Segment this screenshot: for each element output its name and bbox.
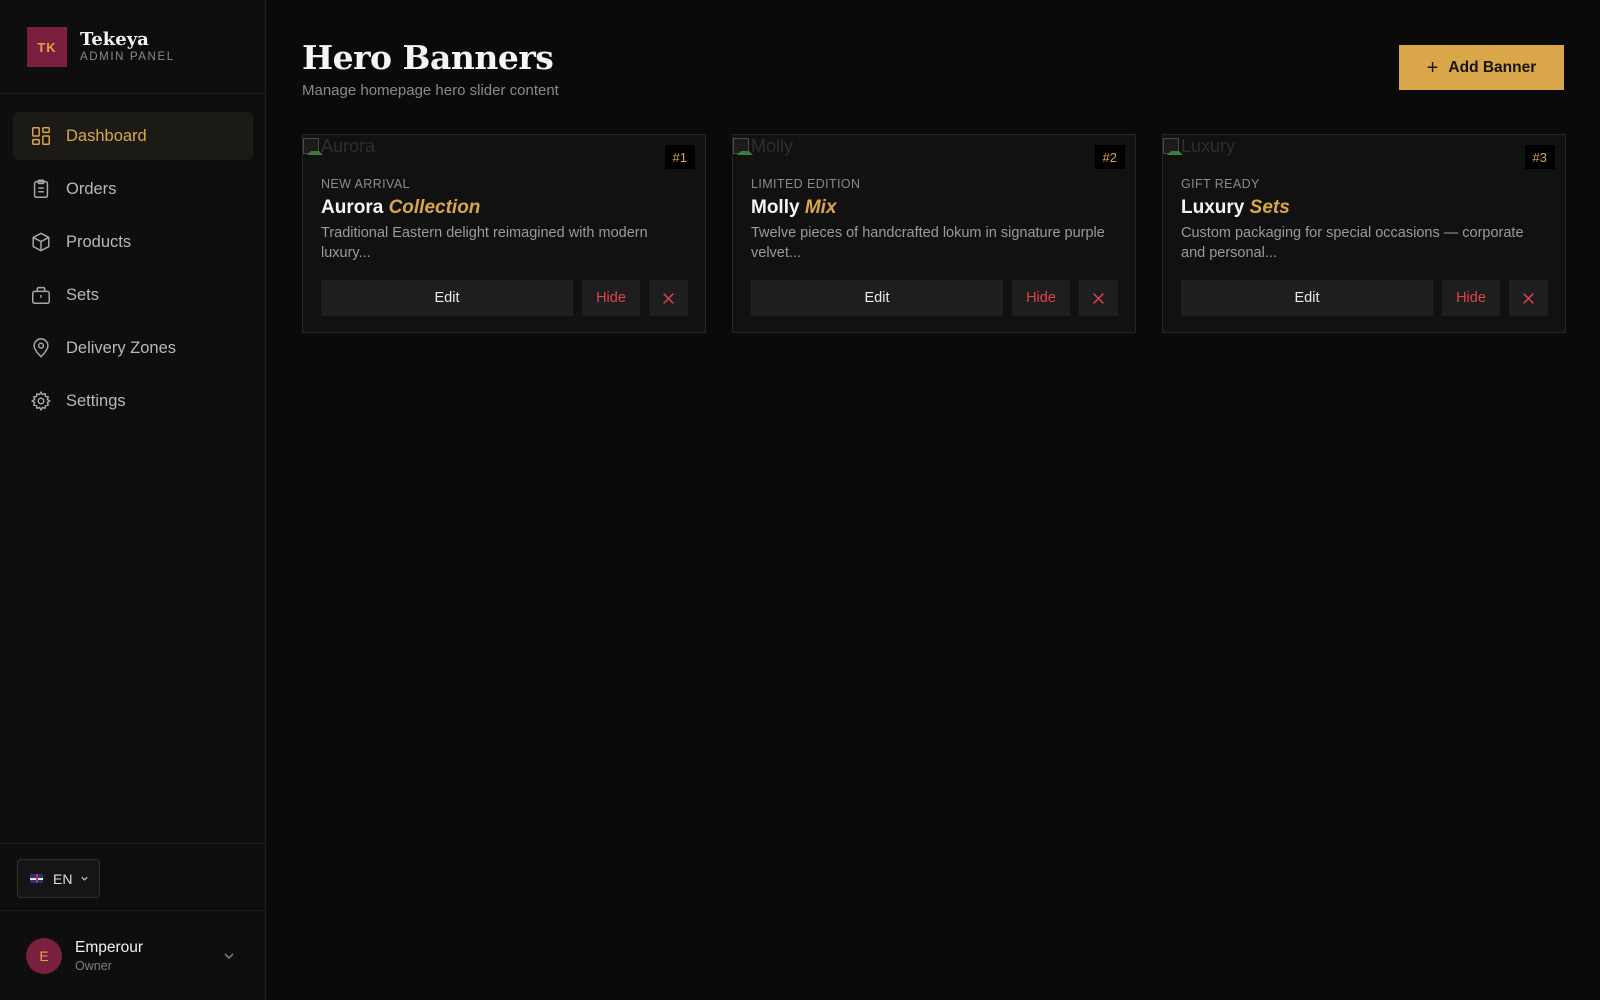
brand-name: Tekeya [80,29,149,50]
banner-image: Luxury [1163,135,1235,157]
banner-title-accent: Sets [1249,197,1290,218]
sidebar-item-label: Dashboard [66,126,147,145]
banner-tag: LIMITED EDITION [751,177,861,191]
sidebar-item-label: Orders [66,179,117,198]
map-pin-icon [33,338,49,358]
sidebar-item-label: Delivery Zones [66,338,177,357]
add-banner-button[interactable]: + Add Banner [1399,45,1564,90]
sidebar-item-settings[interactable]: Settings [13,377,253,425]
close-icon [1093,292,1104,304]
order-badge: #2 [1094,145,1125,169]
edit-button[interactable]: Edit [751,280,1003,316]
briefcase-icon [32,286,50,304]
sidebar-item-orders[interactable]: Orders [13,165,253,213]
broken-image-icon [303,138,323,155]
order-badge: #3 [1524,145,1555,169]
banner-card: Molly #2 LIMITED EDITION Molly Mix Twelv… [732,134,1136,333]
banner-image: Molly [733,135,793,157]
order-badge: #1 [664,145,695,169]
delete-button[interactable] [1079,280,1118,316]
user-menu[interactable]: E Emperour Owner [0,911,266,1000]
banner-tag: GIFT READY [1181,177,1260,191]
hide-button[interactable]: Hide [1442,280,1500,316]
banner-description: Traditional Eastern delight reimagined w… [321,225,648,261]
dashboard-icon [32,127,50,145]
banner-title: Molly Mix [751,197,837,219]
brand-subtitle: ADMIN PANEL [80,51,175,63]
hide-button[interactable]: Hide [1012,280,1070,316]
page-title: Hero Banners [302,38,554,77]
sidebar-item-products[interactable]: Products [13,218,253,266]
sidebar-nav: Dashboard Orders Products Sets Delivery … [13,112,253,430]
add-banner-label: Add Banner [1448,58,1537,76]
page-subtitle: Manage homepage hero slider content [302,82,559,99]
broken-image-icon [733,138,753,155]
chevron-down-icon [81,876,89,881]
hide-button[interactable]: Hide [582,280,640,316]
banner-image: Aurora [303,135,375,157]
delete-button[interactable] [1509,280,1548,316]
banner-title-accent: Collection [388,197,481,218]
broken-image-icon [1163,138,1183,155]
uk-flag-icon [30,874,43,883]
banner-title-main: Aurora [321,197,384,218]
sidebar: TK Tekeya ADMIN PANEL Dashboard Orders P… [0,0,266,1000]
chevron-down-icon [224,953,234,959]
banner-tag: NEW ARRIVAL [321,177,410,191]
language-code: EN [53,870,73,887]
user-role: Owner [75,959,112,973]
sidebar-item-sets[interactable]: Sets [13,271,253,319]
plus-icon: + [1426,56,1439,79]
gear-icon [30,390,52,412]
sidebar-item-label: Sets [66,285,100,304]
banner-title-accent: Mix [804,197,837,218]
box-icon [32,232,50,252]
banner-title: Aurora Collection [321,197,480,219]
sidebar-item-label: Products [66,232,132,251]
banner-title-main: Luxury [1181,197,1245,218]
user-name: Emperour [75,939,144,956]
edit-button[interactable]: Edit [321,280,573,316]
banner-description: Twelve pieces of handcrafted lokum in si… [751,225,1105,261]
sidebar-item-delivery-zones[interactable]: Delivery Zones [13,324,253,372]
banner-title: Luxury Sets [1181,197,1290,219]
language-section: EN [0,843,266,911]
brand-header: TK Tekeya ADMIN PANEL [0,0,266,94]
banner-description: Custom packaging for special occasions —… [1181,225,1524,261]
image-alt-text: Molly [751,135,794,156]
banner-card: Aurora #1 NEW ARRIVAL Aurora Collection … [302,134,706,333]
delete-button[interactable] [649,280,688,316]
brand-logo: TK [27,27,67,67]
sidebar-item-label: Settings [66,391,126,410]
banner-card: Luxury #3 GIFT READY Luxury Sets Custom … [1162,134,1566,333]
avatar: E [26,938,62,974]
edit-button[interactable]: Edit [1181,280,1433,316]
image-alt-text: Luxury [1181,135,1236,156]
clipboard-icon [33,179,49,198]
close-icon [663,292,674,304]
banner-title-main: Molly [751,197,800,218]
image-alt-text: Aurora [321,135,376,156]
language-selector[interactable]: EN [17,859,100,898]
close-icon [1523,292,1534,304]
sidebar-item-dashboard[interactable]: Dashboard [13,112,253,160]
